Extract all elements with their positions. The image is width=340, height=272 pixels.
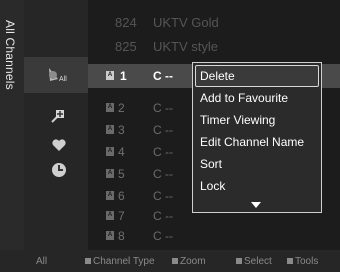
tools-button-icon xyxy=(287,258,293,265)
footer-zoom-label: Zoom xyxy=(180,256,206,267)
channel-row[interactable]: A 8 C -- xyxy=(88,224,340,248)
channel-name: C -- xyxy=(153,101,173,115)
footer-tools: Tools xyxy=(287,256,318,267)
list-title: All Channels xyxy=(3,20,17,90)
channel-row[interactable]: 825 UKTV style xyxy=(88,34,340,58)
analog-badge: A xyxy=(106,191,114,200)
footer-channel-type-label: Channel Type xyxy=(93,256,155,267)
channel-number: 824 xyxy=(115,15,137,30)
footer-zoom: Zoom xyxy=(172,256,206,267)
channel-name: C -- xyxy=(153,167,173,181)
channel-name: C -- xyxy=(153,123,173,137)
scroll-down-arrow-icon[interactable] xyxy=(251,202,261,208)
analog-badge: A xyxy=(106,169,114,178)
channel-number: 5 xyxy=(118,167,125,181)
clock-icon xyxy=(52,163,66,177)
menu-item-lock[interactable]: Lock xyxy=(195,175,319,197)
channel-number: 1 xyxy=(120,69,127,83)
menu-item-add-favourite[interactable]: Add to Favourite xyxy=(195,87,319,109)
footer-tools-label: Tools xyxy=(295,256,319,267)
channel-number: 4 xyxy=(118,145,125,159)
channel-number: 3 xyxy=(118,123,125,137)
footer-all: All xyxy=(36,256,48,267)
analog-badge: A xyxy=(106,211,114,220)
enter-button-icon xyxy=(236,258,242,265)
channel-name: C -- xyxy=(153,209,173,223)
analog-badge: A xyxy=(106,147,114,156)
channel-list-screen: All Channels All 824 UKTV Gold 825 UKTV … xyxy=(0,0,340,272)
channel-number: 7 xyxy=(118,209,125,223)
channel-number: 6 xyxy=(118,189,125,203)
footer-help-bar: All Channel Type Zoom Select Tools xyxy=(0,250,340,272)
footer-select: Select xyxy=(236,256,272,267)
category-all-label: All xyxy=(59,76,67,83)
channel-name: UKTV Gold xyxy=(153,15,219,30)
menu-item-sort[interactable]: Sort xyxy=(195,153,319,175)
footer-select-label: Select xyxy=(244,256,272,267)
category-icon-column: All xyxy=(24,0,88,250)
analog-badge: A xyxy=(106,125,114,134)
category-added[interactable] xyxy=(24,104,88,128)
menu-item-edit-channel-name[interactable]: Edit Channel Name xyxy=(195,131,319,153)
channel-name: C -- xyxy=(153,189,173,203)
channel-name: UKTV style xyxy=(153,39,219,54)
category-timer[interactable] xyxy=(24,158,88,182)
category-favourites[interactable] xyxy=(24,134,88,158)
analog-badge: A xyxy=(106,231,114,240)
channel-name: C -- xyxy=(153,69,173,83)
channel-name: C -- xyxy=(153,145,173,159)
side-title-strip: All Channels xyxy=(0,0,24,250)
analog-badge: A xyxy=(106,71,114,80)
green-button-icon xyxy=(172,258,178,265)
channel-number: 825 xyxy=(115,39,137,54)
channel-name: C -- xyxy=(153,229,173,243)
red-button-icon xyxy=(85,258,91,265)
channel-row[interactable]: 824 UKTV Gold xyxy=(88,10,340,34)
plus-pin-icon xyxy=(51,110,64,123)
category-all[interactable]: All xyxy=(24,57,88,93)
heart-icon xyxy=(52,139,66,151)
tools-popup-menu: Delete Add to Favourite Timer Viewing Ed… xyxy=(192,62,322,213)
analog-badge: A xyxy=(106,103,114,112)
channel-number: 8 xyxy=(118,229,125,243)
footer-channel-type: Channel Type xyxy=(85,256,155,267)
channel-number: 2 xyxy=(118,101,125,115)
menu-item-delete[interactable]: Delete xyxy=(195,65,319,87)
menu-item-timer-viewing[interactable]: Timer Viewing xyxy=(195,109,319,131)
